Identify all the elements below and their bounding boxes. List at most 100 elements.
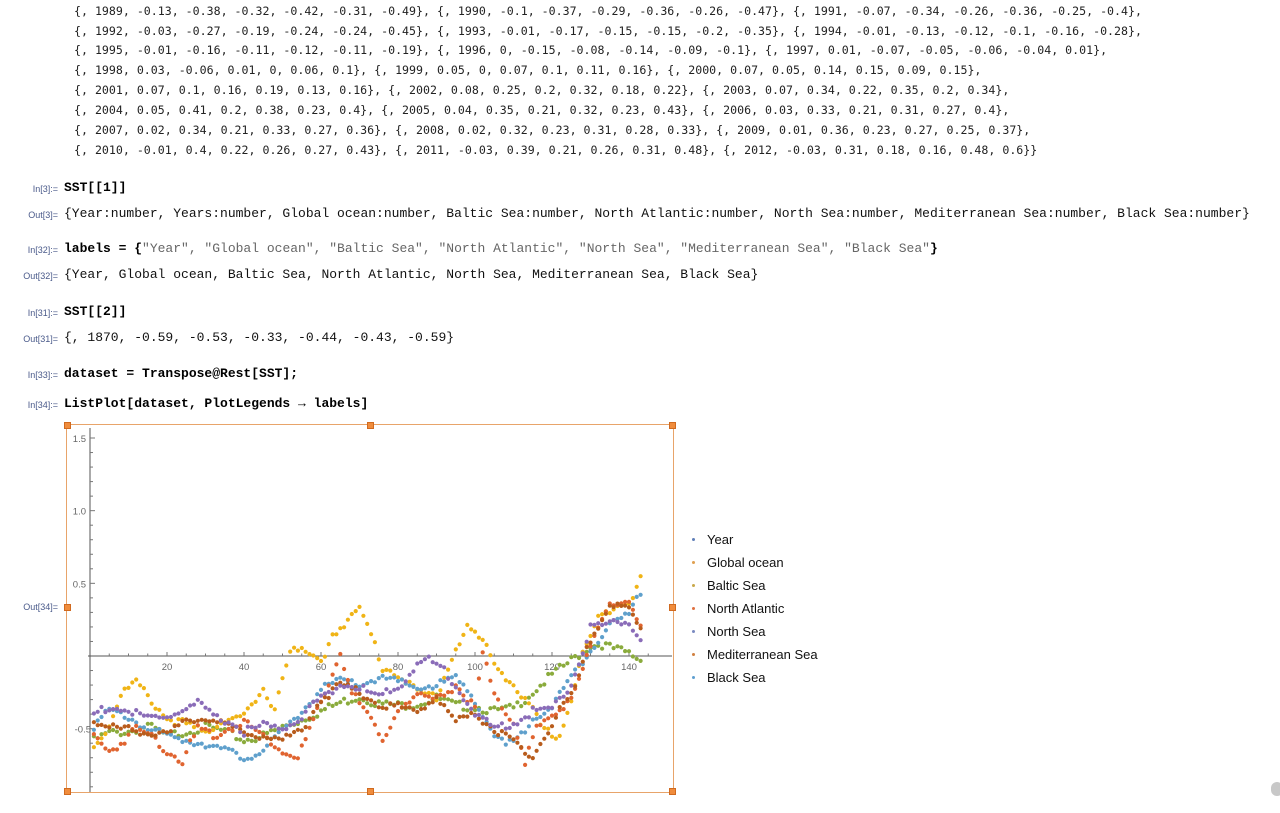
data-point (280, 751, 285, 756)
data-point (361, 696, 366, 701)
output-cell: {, 1870, -0.59, -0.53, -0.33, -0.44, -0.… (64, 330, 455, 345)
data-point (438, 701, 443, 706)
data-point (303, 709, 308, 714)
data-point (334, 686, 339, 691)
input-cell[interactable]: dataset = Transpose@Rest[SST]; (64, 366, 298, 381)
data-point (322, 681, 327, 686)
data-point (465, 708, 470, 713)
data-point (280, 727, 285, 732)
data-point (276, 726, 281, 731)
data-point (565, 679, 570, 684)
data-point (442, 675, 447, 680)
data-point (111, 714, 116, 719)
data-point (365, 696, 370, 701)
data-point (584, 644, 589, 650)
data-point (292, 645, 297, 650)
data-point (153, 727, 158, 732)
data-point (569, 673, 574, 678)
legend-item: Global ocean (690, 551, 818, 574)
data-point (241, 740, 247, 745)
data-point (184, 738, 189, 743)
data-point (538, 714, 543, 720)
data-point (299, 710, 304, 715)
data-point (465, 714, 470, 719)
data-point (311, 699, 316, 704)
data-point (222, 721, 227, 726)
data-point (299, 645, 304, 651)
data-point (365, 621, 370, 626)
data-point (114, 706, 120, 711)
legend-marker-icon (692, 653, 695, 656)
data-point (345, 617, 350, 622)
data-point (480, 715, 485, 720)
data-point (503, 731, 508, 736)
data-point (234, 724, 239, 729)
data-point (549, 713, 555, 718)
x-tick-label: 80 (393, 662, 404, 673)
data-point (369, 698, 374, 703)
data-point (292, 729, 297, 735)
data-point (234, 714, 239, 719)
data-point (438, 692, 443, 697)
data-point (245, 719, 250, 724)
data-point (623, 620, 628, 625)
data-point (280, 737, 285, 742)
data-point (292, 722, 297, 727)
data-point (168, 714, 173, 720)
data-point (372, 680, 377, 685)
data-point (241, 758, 247, 763)
data-point (122, 724, 127, 729)
data-point (338, 675, 343, 680)
data-point (446, 690, 451, 695)
output-label: Out[31]= (23, 334, 58, 344)
data-point (415, 692, 420, 697)
data-point (118, 741, 123, 746)
output-line: {, 1998, 0.03, -0.06, 0.01, 0, 0.06, 0.1… (74, 63, 982, 77)
data-point (342, 625, 347, 630)
data-point (380, 705, 385, 710)
data-point (453, 719, 458, 724)
data-point (164, 715, 170, 720)
data-point (191, 702, 197, 707)
data-point (199, 700, 204, 705)
data-point (388, 675, 393, 680)
data-point (530, 735, 535, 740)
data-point (172, 723, 177, 729)
data-point (580, 666, 585, 671)
data-point (114, 724, 120, 729)
data-point (596, 640, 601, 645)
data-point (422, 706, 427, 711)
data-point (353, 687, 358, 692)
data-point (369, 690, 374, 695)
data-point (130, 728, 135, 733)
input-cell[interactable]: labels = {"Year", "Global ocean", "Balti… (64, 241, 938, 256)
data-point (634, 620, 639, 625)
data-point (95, 736, 100, 741)
data-point (322, 695, 327, 700)
data-point (199, 717, 204, 722)
data-point (384, 676, 389, 681)
data-point (523, 700, 528, 706)
data-point (442, 693, 447, 698)
data-point (538, 741, 543, 747)
input-cell[interactable]: SST[[1]] (64, 180, 126, 195)
legend-marker-icon (692, 630, 695, 633)
data-point (326, 702, 331, 707)
data-point (603, 611, 609, 616)
data-point (565, 710, 570, 715)
data-point (407, 679, 412, 684)
data-point (623, 603, 628, 608)
scroll-icon[interactable] (1271, 782, 1280, 796)
data-point (542, 705, 547, 711)
data-point (326, 695, 331, 701)
data-point (365, 689, 370, 694)
data-point (492, 729, 497, 735)
data-point (99, 741, 104, 746)
input-cell[interactable]: SST[[2]] (64, 304, 126, 319)
data-point (384, 706, 389, 711)
input-cell[interactable]: ListPlot[dataset, PlotLegends → labels] (64, 396, 368, 411)
data-point (465, 701, 470, 706)
x-tick-label: 100 (467, 662, 483, 673)
data-point (526, 754, 531, 759)
data-point (422, 686, 427, 691)
